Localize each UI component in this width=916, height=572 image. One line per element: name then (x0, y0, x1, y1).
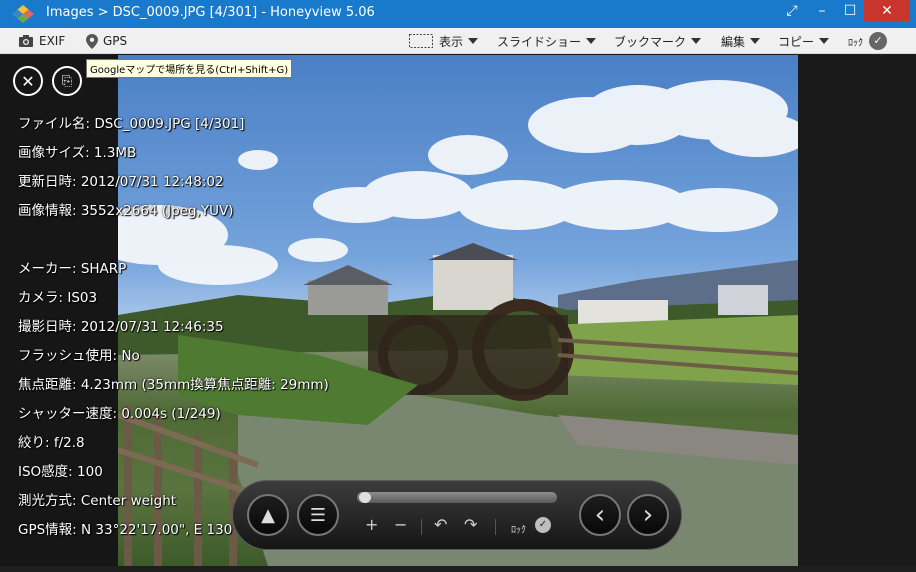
hamburger-menu-icon: ☰ (309, 504, 327, 526)
copy-menu[interactable]: コピー (778, 28, 830, 54)
honeyview-diamond-icon (12, 5, 34, 23)
zoom-in-icon[interactable]: + (365, 515, 378, 534)
gps-label: GPS (103, 34, 128, 48)
triangle-up-icon: ▲ (261, 504, 275, 526)
gps-button[interactable]: GPS (86, 28, 127, 54)
slider-thumb[interactable] (358, 492, 371, 503)
exif-label: EXIF (39, 34, 66, 48)
zoom-out-icon[interactable]: − (394, 515, 407, 534)
right-letterbox (798, 55, 916, 566)
chevron-down-icon (691, 38, 702, 44)
view-label: 表示 (439, 34, 464, 49)
edit-menu[interactable]: 編集 (721, 28, 761, 54)
bookmark-menu[interactable]: ブックマーク (614, 28, 702, 54)
exif-image-size: 画像サイズ: 1.3MB (18, 145, 137, 161)
slideshow-label: スライドショー (497, 34, 582, 49)
bookmark-label: ブックマーク (614, 34, 687, 49)
exif-button[interactable]: EXIF (18, 28, 65, 54)
check-circle-icon: ✓ (869, 32, 887, 50)
exif-focal-length: 焦点距離: 4.23mm (35mm換算焦点距離: 29mm) (18, 377, 329, 393)
title-bar: Images > DSC_0009.JPG [4/301] - Honeyvie… (0, 0, 916, 28)
edit-label: 編集 (721, 34, 746, 49)
view-menu[interactable]: 表示 (409, 28, 479, 54)
previous-image-button[interactable]: ‹ (579, 494, 621, 536)
close-info-icon[interactable]: ✕ (13, 66, 43, 96)
slideshow-menu[interactable]: スライドショー (497, 28, 597, 54)
fit-screen-icon (409, 34, 433, 48)
image-viewer[interactable]: ✕ ⎘ ファイル名: DSC_0009.JPG [4/301] 画像サイズ: 1… (0, 55, 916, 566)
copy-label: コピー (778, 34, 815, 49)
rotate-left-icon[interactable]: ↶ (434, 515, 447, 534)
separator (495, 519, 496, 535)
close-window-button[interactable]: ✕ (864, 0, 910, 21)
up-folder-button[interactable]: ▲ (247, 494, 289, 536)
exif-flash: フラッシュ使用: No (18, 348, 140, 364)
lock-label[interactable]: ﾛｯｸ (511, 521, 526, 536)
window-title: Images > DSC_0009.JPG [4/301] - Honeyvie… (46, 5, 375, 20)
exif-maker: メーカー: SHARP (18, 261, 127, 277)
exif-shot-date: 撮影日時: 2012/07/31 12:46:35 (18, 319, 224, 335)
exif-camera: カメラ: IS03 (18, 290, 98, 306)
chevron-down-icon (819, 38, 830, 44)
rotate-right-icon[interactable]: ↷ (464, 515, 477, 534)
check-circle-icon[interactable]: ✓ (535, 517, 551, 533)
exif-aperture: 絞り: f/2.8 (18, 435, 85, 451)
exif-spacer (18, 226, 329, 255)
chevron-down-icon (750, 38, 761, 44)
toolbar: EXIF GPS 表示 スライドショー ブックマーク 編集 コピー ﾛｯｸ ✓ (0, 28, 916, 54)
maximize-button[interactable]: ☐ (836, 0, 864, 22)
exif-image-info: 画像情報: 3552x2664 (Jpeg,YUV) (18, 203, 234, 219)
minimize-button[interactable]: – (808, 0, 836, 22)
menu-button[interactable]: ☰ (297, 494, 339, 536)
playback-control-bar: ▲ ☰ + − ↶ ↷ ﾛｯｸ ✓ ‹ › (232, 480, 682, 550)
camera-icon (19, 35, 33, 47)
chevron-down-icon (468, 38, 479, 44)
gps-tooltip: Googleマップで場所を見る(Ctrl+Shift+G) (86, 59, 293, 78)
lock-toggle[interactable]: ﾛｯｸ ✓ (848, 28, 887, 54)
chevron-left-icon: ‹ (594, 500, 606, 530)
exif-shutter: シャッター速度: 0.004s (1/249) (18, 406, 221, 422)
separator (421, 519, 422, 535)
lock-label: ﾛｯｸ (848, 37, 863, 49)
exif-filename: ファイル名: DSC_0009.JPG [4/301] (18, 116, 245, 132)
exif-modified: 更新日時: 2012/07/31 12:48:02 (18, 174, 224, 190)
fullscreen-button[interactable]: ⤢ (778, 0, 806, 22)
chevron-down-icon (586, 38, 597, 44)
map-pin-icon (86, 33, 98, 49)
chevron-right-icon: › (642, 500, 654, 530)
position-slider[interactable] (357, 492, 557, 503)
copy-info-icon[interactable]: ⎘ (52, 66, 82, 96)
next-image-button[interactable]: › (627, 494, 669, 536)
